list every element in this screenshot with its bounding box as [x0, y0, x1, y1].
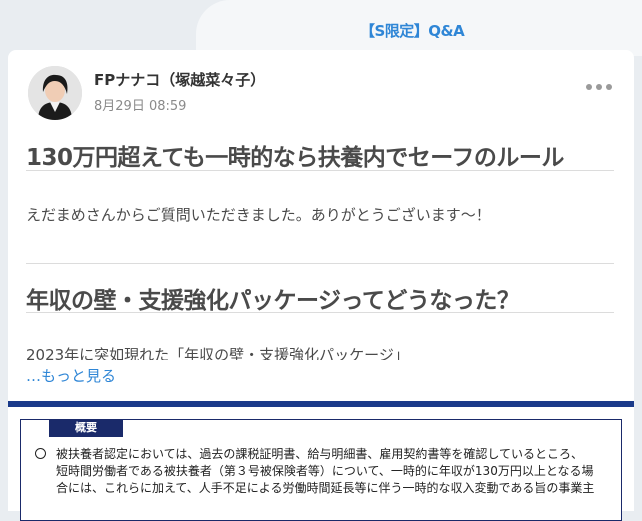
dot: [596, 84, 602, 90]
summary-box: 概要 被扶養者認定においては、過去の課税証明書、給与明細書、雇用契約書等を確認し…: [20, 419, 622, 521]
tab-label[interactable]: 【S限定】Q&A: [360, 20, 465, 41]
post-date: 8月29日 08:59: [94, 99, 187, 114]
summary-line-text: 短時間労働者である被扶養者（第３号被保険者等）について、一時的に年収が130万円…: [56, 464, 594, 478]
avatar-photo-icon: [28, 66, 82, 120]
document-band: [8, 401, 634, 407]
summary-text: 被扶養者認定においては、過去の課税証明書、給与明細書、雇用契約書等を確認している…: [35, 446, 619, 497]
document-image: 概要 被扶養者認定においては、過去の課税証明書、給与明細書、雇用契約書等を確認し…: [8, 401, 634, 521]
headline-2: 年収の壁・支援強化パッケージってどうなった？: [26, 288, 520, 314]
summary-line: 合には、これらに加えて、人手不足による労働時間延長等に伴う一時的な収入変動である…: [35, 480, 619, 497]
summary-line-text: 被扶養者認定においては、過去の課税証明書、給与明細書、雇用契約書等を確認している…: [56, 447, 584, 461]
summary-badge: 概要: [49, 419, 123, 437]
dot: [586, 84, 592, 90]
avatar[interactable]: [28, 66, 82, 120]
divider: [26, 312, 614, 313]
headline-1: 130万円超えても一時的なら扶養内でセーフのルール: [26, 145, 564, 171]
author-name[interactable]: FPナナコ（塚越菜々子）: [94, 69, 265, 90]
clipped-body-text: 2023年に突如現れた「年収の壁・支援強化パッケージ」: [26, 342, 586, 360]
dot: [606, 84, 612, 90]
divider: [26, 263, 614, 264]
summary-line-text: 合には、これらに加えて、人手不足による労働時間延長等に伴う一時的な収入変動である…: [56, 481, 595, 495]
summary-line: 被扶養者認定においては、過去の課税証明書、給与明細書、雇用契約書等を確認している…: [35, 446, 619, 463]
body-text: 2023年に突如現れた「年収の壁・支援強化パッケージ」: [26, 346, 409, 360]
read-more-link[interactable]: …もっと見る: [26, 365, 116, 386]
intro-text: えだまめさんからご質問いただきました。ありがとうございます～！: [26, 206, 491, 224]
bullet-icon: [35, 448, 46, 459]
summary-line: 短時間労働者である被扶養者（第３号被保険者等）について、一時的に年収が130万円…: [35, 463, 619, 480]
divider: [26, 170, 614, 171]
more-options-icon[interactable]: [586, 84, 612, 90]
